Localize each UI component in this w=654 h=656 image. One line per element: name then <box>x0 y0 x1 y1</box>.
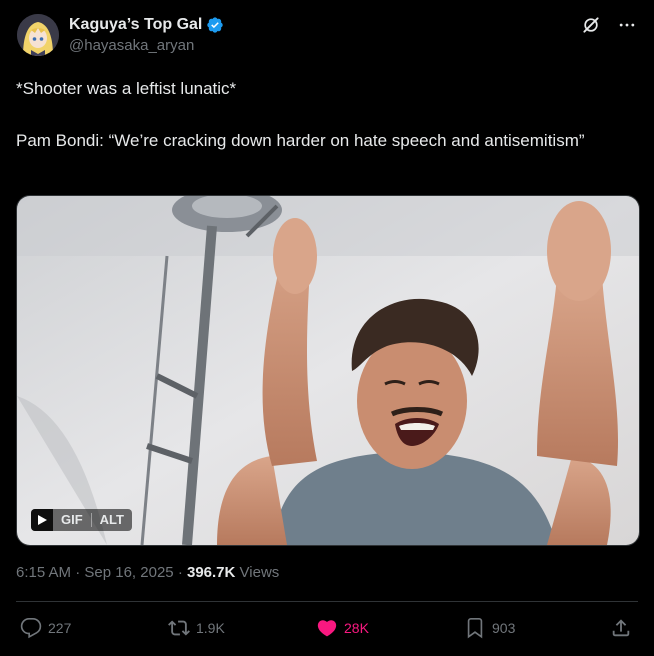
share-button[interactable] <box>610 617 632 639</box>
meta-separator: · <box>75 564 81 581</box>
divider <box>16 601 638 602</box>
post-meta: 6:15 AM · Sep 16, 2025 · 396.7K Views <box>16 564 279 581</box>
reply-button[interactable]: 227 <box>20 617 71 639</box>
repost-icon <box>168 620 190 636</box>
alt-label[interactable]: ALT <box>92 509 132 531</box>
bookmark-icon <box>467 618 483 639</box>
avatar[interactable] <box>17 14 59 56</box>
gif-label: GIF <box>61 512 83 527</box>
gif-media[interactable]: GIF ALT <box>16 195 640 546</box>
display-name-row[interactable]: Kaguya’s Top Gal <box>69 16 224 34</box>
repost-count: 1.9K <box>196 620 225 636</box>
post-text-line-1: *Shooter was a leftist lunatic* <box>16 79 237 98</box>
user-names: Kaguya’s Top Gal @hayasaka_aryan <box>69 16 224 54</box>
post-time[interactable]: 6:15 AM <box>16 564 71 581</box>
grok-icon[interactable] <box>580 14 602 36</box>
post-text-line-2: Pam Bondi: “We’re cracking down harder o… <box>16 131 585 150</box>
top-icons <box>580 14 638 36</box>
like-button[interactable]: 28K <box>316 617 369 639</box>
reply-count: 227 <box>48 620 72 636</box>
display-name[interactable]: Kaguya’s Top Gal <box>69 16 202 34</box>
heart-filled-icon <box>317 620 337 637</box>
post-text: *Shooter was a leftist lunatic* Pam Bond… <box>16 76 636 154</box>
bookmark-count: 903 <box>492 620 516 636</box>
repost-button[interactable]: 1.9K <box>168 617 225 639</box>
meta-separator-2: · <box>177 564 183 581</box>
like-count: 28K <box>344 620 369 636</box>
play-icon[interactable] <box>31 509 53 531</box>
views-label: Views <box>239 564 280 581</box>
share-icon <box>612 619 630 637</box>
user-handle[interactable]: @hayasaka_aryan <box>69 37 224 54</box>
media-badges: GIF ALT <box>31 509 132 531</box>
views-count: 396.7K <box>186 564 236 581</box>
bookmark-button[interactable]: 903 <box>464 617 515 639</box>
action-bar: 227 1.9K 28K 903 <box>16 610 638 646</box>
gif-frame-image <box>17 196 639 545</box>
tweet: Kaguya’s Top Gal @hayasaka_aryan *Shoote… <box>0 0 654 656</box>
post-date[interactable]: Sep 16, 2025 <box>84 564 173 581</box>
more-options-icon[interactable] <box>616 14 638 36</box>
verified-badge-icon <box>206 16 224 34</box>
reply-icon <box>20 618 42 639</box>
